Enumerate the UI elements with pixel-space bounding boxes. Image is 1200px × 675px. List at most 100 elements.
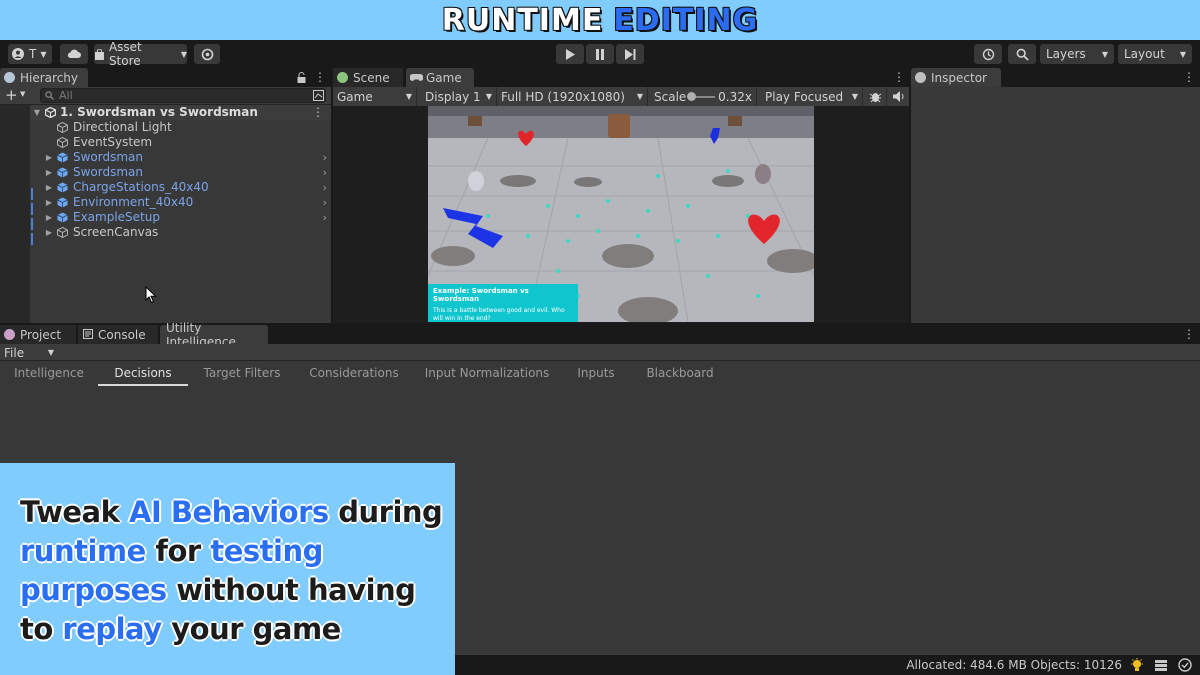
layout-dropdown[interactable]: Layout ▼ [1118,44,1192,64]
tab-console[interactable]: Console [78,325,158,344]
expand-arrow-icon[interactable]: ▶ [44,225,54,240]
play-mode-dropdown[interactable]: Play Focused ▼ [761,87,863,106]
tree-item-label: Environment_40x40 [73,195,194,209]
promo-text-segment: to [19,612,63,647]
display-dropdown[interactable]: Display 1 ▼ [421,87,497,106]
tab-utility-intelligence[interactable]: Utility Intelligence [160,321,268,349]
tab-console-label: Console [98,327,146,342]
promo-line-1: Tweak AI Behaviors during [19,493,445,532]
layers-dropdown[interactable]: Layers ▼ [1040,44,1114,64]
chevron-right-icon[interactable]: › [323,180,327,195]
subtab-blackboard[interactable]: Blackboard [642,364,718,386]
settings-button[interactable] [194,44,220,64]
subtab-considerations[interactable]: Considerations [304,364,404,386]
check-circle-icon[interactable] [1178,658,1192,672]
game-viewport[interactable]: Example: Swordsman vs Swordsman This is … [428,106,814,322]
title-banner: RUNTIME EDITING [0,0,1200,40]
expand-arrow-icon[interactable]: ▶ [44,210,54,225]
lock-icon[interactable] [297,72,306,83]
resolution-dropdown[interactable]: Full HD (1920x1080) ▼ [497,87,648,106]
scale-slider[interactable]: Scale 0.32x [650,87,757,106]
scale-thumb[interactable] [687,91,697,101]
tree-item-screencanvas[interactable]: ▶ ScreenCanvas [30,225,331,240]
tree-item-examplesetup[interactable]: ▶ ExampleSetup › [30,210,331,225]
hierarchy-gutter [0,105,30,323]
search-button[interactable] [1008,44,1036,64]
add-icon[interactable]: + [5,86,18,104]
hierarchy-tabbar: Hierarchy ⋮ [0,68,331,87]
game-view-toolbar: Game ▼ Display 1 ▼ Full HD (1920x1080) ▼… [333,87,909,106]
tree-item-directional-light[interactable]: Directional Light [30,120,331,135]
cloud-icon [67,49,81,58]
scale-track[interactable] [687,91,716,101]
expand-arrow-icon[interactable]: ▶ [44,195,54,210]
chevron-right-icon[interactable]: › [323,150,327,165]
tab-inspector[interactable]: Inspector [911,68,1001,87]
mute-button[interactable] [889,87,909,106]
hierarchy-panel: Hierarchy ⋮ + ▼ All ▼ 1. Swordsman vs Sw… [0,68,331,323]
banner-title-blue: EDITING [613,2,759,38]
view-type-dropdown[interactable]: Game ▼ [333,87,417,106]
subtab-inputs[interactable]: Inputs [570,364,622,386]
expand-arrow-icon[interactable]: ▶ [44,150,54,165]
file-menu[interactable]: File ▼ [4,345,54,360]
subtab-target-filters[interactable]: Target Filters [200,364,284,386]
asset-store-button[interactable]: Asset Store ▼ [94,40,187,68]
expand-arrow-icon[interactable]: ▶ [44,165,54,180]
subtab-input-normalizations[interactable]: Input Normalizations [424,364,550,386]
display-label: Display 1 [425,89,481,104]
tree-item-chargestations[interactable]: ▶ ChargeStations_40x40 › [30,180,331,195]
gamepad-icon [410,74,423,81]
layers-label: Layers [1046,47,1086,61]
chevron-down-icon[interactable]: ▼ [20,90,25,98]
promo-text: Tweak AI Behaviors during runtime for te… [19,493,445,649]
step-button[interactable] [616,44,644,64]
pause-icon [596,48,604,60]
subtab-intelligence[interactable]: Intelligence [12,364,86,386]
more-options-icon[interactable]: ⋮ [1183,328,1195,341]
more-options-icon[interactable]: ⋮ [1183,71,1195,84]
chevron-down-icon: ▼ [40,49,47,59]
tab-game[interactable]: Game [406,68,474,87]
tab-project[interactable]: Project [0,325,76,344]
utility-subtabs: Intelligence Decisions Target Filters Co… [0,364,1200,386]
tree-item-environment[interactable]: ▶ Environment_40x40 › [30,195,331,210]
promo-highlight: purposes [20,573,168,608]
tree-item-eventsystem[interactable]: EventSystem [30,135,331,150]
expand-arrow-icon[interactable]: ▶ [44,180,54,195]
chevron-right-icon[interactable]: › [323,210,327,225]
scene-tab-icon [337,72,348,83]
stats-button[interactable] [865,87,887,106]
play-button[interactable] [556,44,584,64]
tree-item-swordsman-1[interactable]: ▶ Swordsman › [30,150,331,165]
bug-icon [869,93,882,103]
scene-visibility-icon[interactable] [313,90,324,101]
scene-root-row[interactable]: ▼ 1. Swordsman vs Swordsman ⋮ [30,105,331,120]
asset-store-label: Asset Store [108,40,142,68]
tab-scene[interactable]: Scene [333,68,403,87]
pause-button[interactable] [586,44,614,64]
hierarchy-search-input[interactable]: All [40,88,326,103]
promo-text-segment: without having [166,573,417,608]
history-button[interactable] [974,44,1002,64]
prefab-icon [57,167,68,178]
more-options-icon[interactable]: ⋮ [893,71,905,84]
cloud-button[interactable] [60,44,88,64]
inspector-panel: Inspector ⋮ [911,68,1200,323]
gameobject-icon [57,137,68,148]
subtab-decisions[interactable]: Decisions [98,364,188,386]
tree-item-label: ChargeStations_40x40 [73,180,209,194]
lightbulb-icon[interactable] [1130,658,1144,672]
account-button[interactable]: T ▼ [8,44,52,64]
chevron-right-icon[interactable]: › [323,195,327,210]
promo-text-segment: Tweak [19,495,130,530]
chevron-right-icon[interactable]: › [323,165,327,180]
more-options-icon[interactable]: ⋮ [312,105,324,120]
more-options-icon[interactable]: ⋮ [314,71,326,84]
tree-item-swordsman-2[interactable]: ▶ Swordsman › [30,165,331,180]
cache-server-icon[interactable] [1154,658,1168,672]
tree-item-label: ScreenCanvas [73,225,159,239]
tab-hierarchy[interactable]: Hierarchy [0,68,88,87]
file-menu-row: File ▼ [0,344,1200,361]
expand-arrow-icon[interactable]: ▼ [32,105,42,120]
